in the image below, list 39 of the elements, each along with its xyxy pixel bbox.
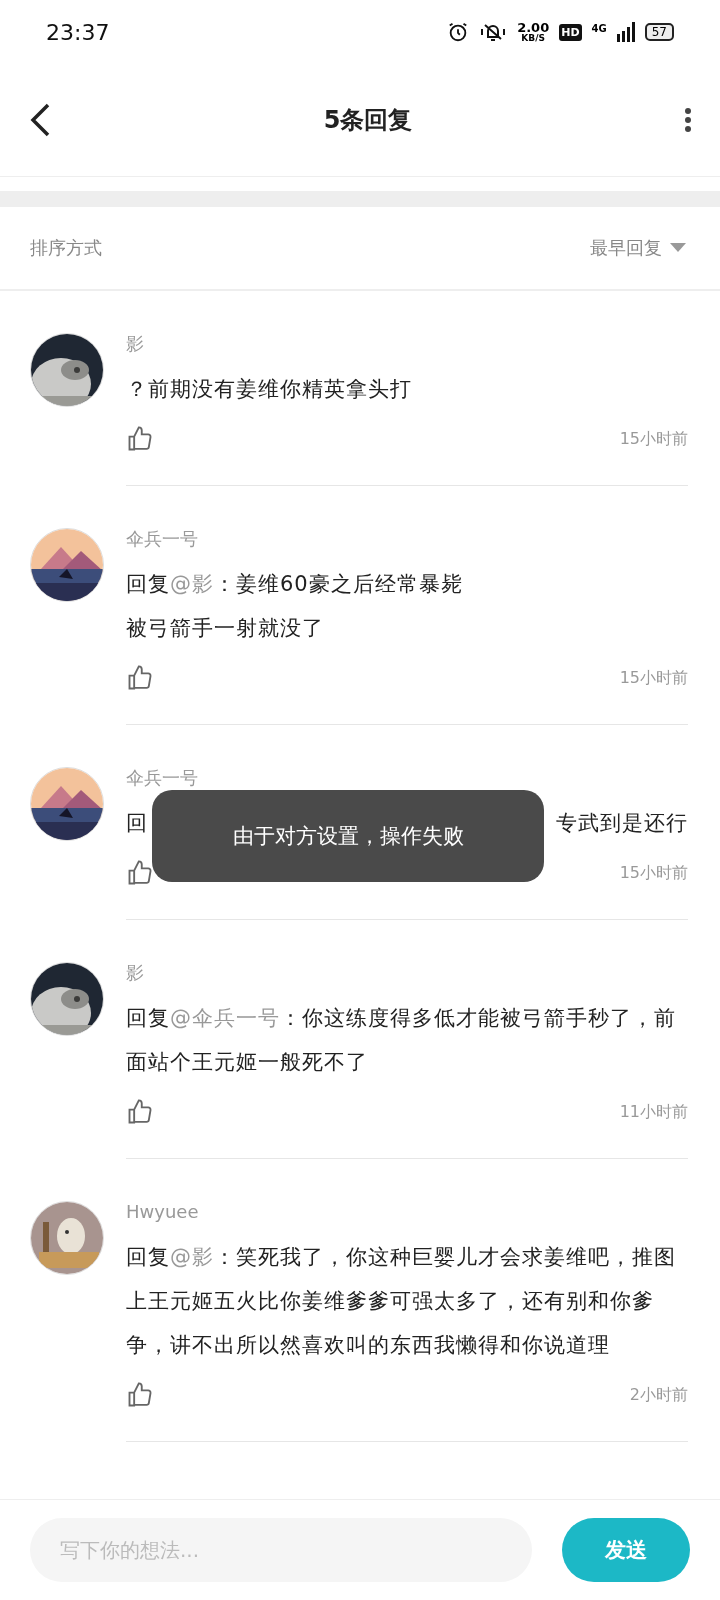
dropdown-icon[interactable]: [670, 243, 686, 253]
toast-message: 由于对方设置，操作失败: [232, 823, 464, 850]
author-name[interactable]: 伞兵一号: [126, 524, 688, 554]
comment-text: ？前期没有姜维你精英拿头打: [126, 376, 413, 403]
status-time: 23:37: [46, 19, 110, 45]
comment-time: 11小时前: [619, 1101, 688, 1123]
comment-time: 15小时前: [619, 667, 688, 689]
comment-input[interactable]: 写下你的想法...: [30, 1518, 532, 1582]
comment-text: 回复@影：笑死我了，你这种巨婴儿才会求姜维吧，推图上王元姬五火比你姜维爹爹可强太多了，还有别和你爹争，讲不出所以然喜欢叫的东西我懒得和你说道理: [126, 1244, 677, 1359]
thumbs-up-icon[interactable]: [126, 664, 154, 692]
author-name[interactable]: 伞兵一号: [126, 763, 688, 793]
comment-time: 15小时前: [619, 428, 688, 450]
speed-value: 2.00: [517, 21, 550, 34]
comment-text: 被弓箭手一射就没了: [126, 615, 325, 642]
muted-bell-icon: [479, 21, 508, 43]
sort-label: 排序方式: [30, 236, 102, 260]
send-button[interactable]: 发送: [562, 1518, 690, 1582]
thumbs-up-icon[interactable]: [126, 859, 154, 887]
author-name[interactable]: 影: [126, 329, 688, 359]
thumbs-up-icon[interactable]: [126, 1381, 154, 1409]
thumbs-up-icon[interactable]: [126, 425, 154, 453]
back-icon[interactable]: [28, 102, 52, 138]
thumbs-up-icon[interactable]: [126, 1098, 154, 1126]
sort-value[interactable]: 最早回复: [590, 236, 662, 260]
speed-unit: KB/S: [521, 34, 545, 43]
comment-text: 专武到是还行: [556, 810, 688, 837]
comment-time: 15小时前: [619, 862, 688, 884]
author-name[interactable]: Hwyuee: [126, 1197, 688, 1227]
hd-badge: HD: [559, 23, 582, 41]
author-name[interactable]: 影: [126, 958, 688, 988]
comment-text: 回复@伞兵一号：你这练度得多低才能被弓箭手秒了，前面站个王元姬一般死不了: [126, 1005, 677, 1076]
page-title: 5条回复: [323, 105, 413, 136]
battery-level: 57: [644, 23, 674, 41]
more-icon[interactable]: [684, 107, 692, 133]
comment-time: 2小时前: [629, 1384, 688, 1406]
comment-text: 回: [126, 810, 148, 837]
network-type: 4G: [591, 23, 607, 34]
signal-icon: [616, 22, 635, 42]
comment-text: 回复@影：姜维60豪之后经常暴毙: [126, 571, 464, 598]
